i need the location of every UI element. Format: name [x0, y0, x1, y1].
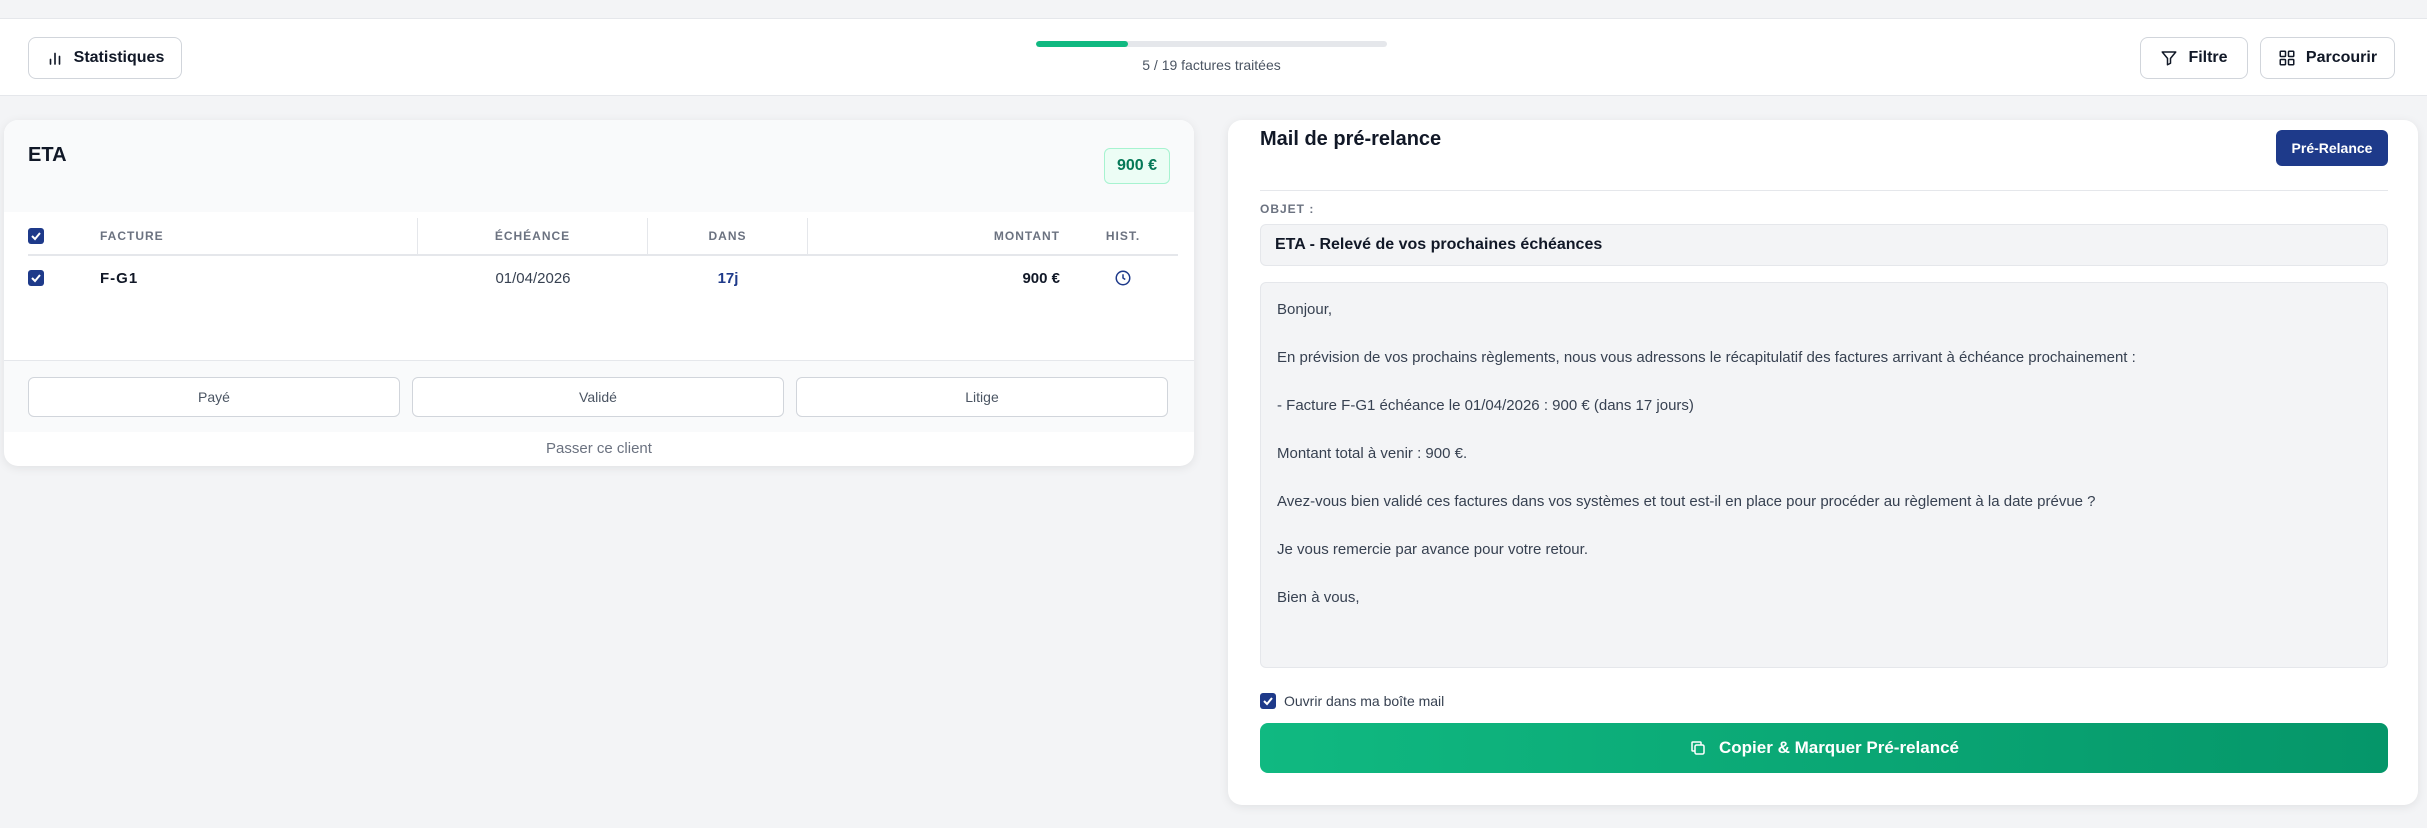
- browse-label: Parcourir: [2305, 49, 2378, 66]
- filter-label: Filtre: [2188, 49, 2228, 66]
- progress-fill: [1036, 41, 1129, 47]
- invoice-days-left: 17j: [717, 269, 739, 287]
- statistics-label: Statistiques: [73, 49, 165, 66]
- clock-icon[interactable]: [1114, 269, 1132, 287]
- open-in-mail-option: Ouvrir dans ma boîte mail: [1260, 693, 1444, 709]
- select-all-checkbox[interactable]: [28, 228, 44, 244]
- browse-button[interactable]: Parcourir: [2260, 37, 2395, 79]
- header-due-date[interactable]: ÉCHÉANCE: [418, 218, 648, 254]
- history-cell: [1068, 256, 1178, 300]
- row-select-cell: [28, 256, 100, 300]
- check-icon: [1263, 697, 1273, 706]
- mail-body-line: Avez-vous bien validé ces factures dans …: [1277, 493, 2096, 510]
- mail-body-line: Je vous remercie par avance pour votre r…: [1277, 541, 1588, 558]
- filter-icon: [2161, 51, 2177, 66]
- select-all-cell: [28, 218, 100, 254]
- mark-dispute-button[interactable]: Litige: [796, 377, 1168, 417]
- subject-field[interactable]: ETA - Relevé de vos prochaines échéances: [1260, 224, 2388, 266]
- statistics-button[interactable]: Statistiques: [28, 37, 182, 79]
- table-row[interactable]: F-G1 01/04/2026 17j 900 €: [28, 256, 1178, 300]
- client-header: ETA 900 €: [4, 120, 1194, 212]
- mail-body-line: Montant total à venir : 900 €.: [1277, 445, 1468, 462]
- mail-body-line: Bien à vous,: [1277, 589, 1360, 606]
- client-name: ETA: [28, 144, 67, 166]
- bar-chart-icon: [49, 52, 60, 65]
- mail-title: Mail de pré-relance: [1260, 128, 1442, 150]
- client-total-badge: 900 €: [1103, 148, 1170, 184]
- mark-validated-button[interactable]: Validé: [412, 377, 784, 417]
- skip-client-link[interactable]: Passer ce client: [4, 440, 1194, 457]
- invoice-id: F-G1: [100, 269, 139, 287]
- mail-body-field[interactable]: Bonjour, En prévision de vos prochains r…: [1260, 282, 2388, 668]
- mail-body-line: Bonjour,: [1277, 301, 1333, 318]
- header-amount[interactable]: MONTANT: [808, 218, 1068, 254]
- copy-and-mark-label: Copier & Marquer Pré-relancé: [1719, 738, 1959, 757]
- check-icon: [31, 232, 41, 241]
- check-icon: [31, 274, 41, 283]
- top-bar: Statistiques 5 / 19 factures traitées Fi…: [0, 18, 2427, 96]
- mail-body-line: - Facture F-G1 échéance le 01/04/2026 : …: [1277, 397, 1694, 414]
- invoice-table-header: FACTURE ÉCHÉANCE DANS MONTANT HIST.: [28, 218, 1178, 256]
- header-days[interactable]: DANS: [648, 218, 808, 254]
- mark-paid-button[interactable]: Payé: [28, 377, 400, 417]
- copy-and-mark-button[interactable]: Copier & Marquer Pré-relancé: [1260, 723, 2388, 773]
- header-invoice[interactable]: FACTURE: [100, 218, 418, 254]
- open-in-mail-label[interactable]: Ouvrir dans ma boîte mail: [1284, 693, 1444, 709]
- header-history: HIST.: [1105, 229, 1141, 243]
- pre-relance-badge[interactable]: Pré-Relance: [2276, 130, 2388, 166]
- mail-body-line: En prévision de vos prochains règlements…: [1277, 349, 2136, 366]
- filter-button[interactable]: Filtre: [2140, 37, 2248, 79]
- subject-label: OBJET :: [1260, 202, 1315, 216]
- row-checkbox[interactable]: [28, 270, 44, 286]
- divider: [1260, 190, 2388, 191]
- progress-label: 5 / 19 factures traitées: [1142, 57, 1281, 73]
- progress-bar: [1036, 41, 1387, 47]
- invoice-due-date: 01/04/2026: [495, 269, 571, 287]
- open-in-mail-checkbox[interactable]: [1260, 693, 1276, 709]
- grid-icon: [2279, 50, 2295, 66]
- client-actions-bar: Payé Validé Litige: [4, 360, 1194, 432]
- mail-card: Mail de pré-relance Pré-Relance OBJET : …: [1228, 120, 2418, 805]
- copy-icon: [1691, 741, 1705, 755]
- client-card: ETA 900 € FACTURE ÉCHÉANCE DANS MONTANT …: [4, 120, 1194, 466]
- invoice-amount: 900 €: [1022, 269, 1060, 287]
